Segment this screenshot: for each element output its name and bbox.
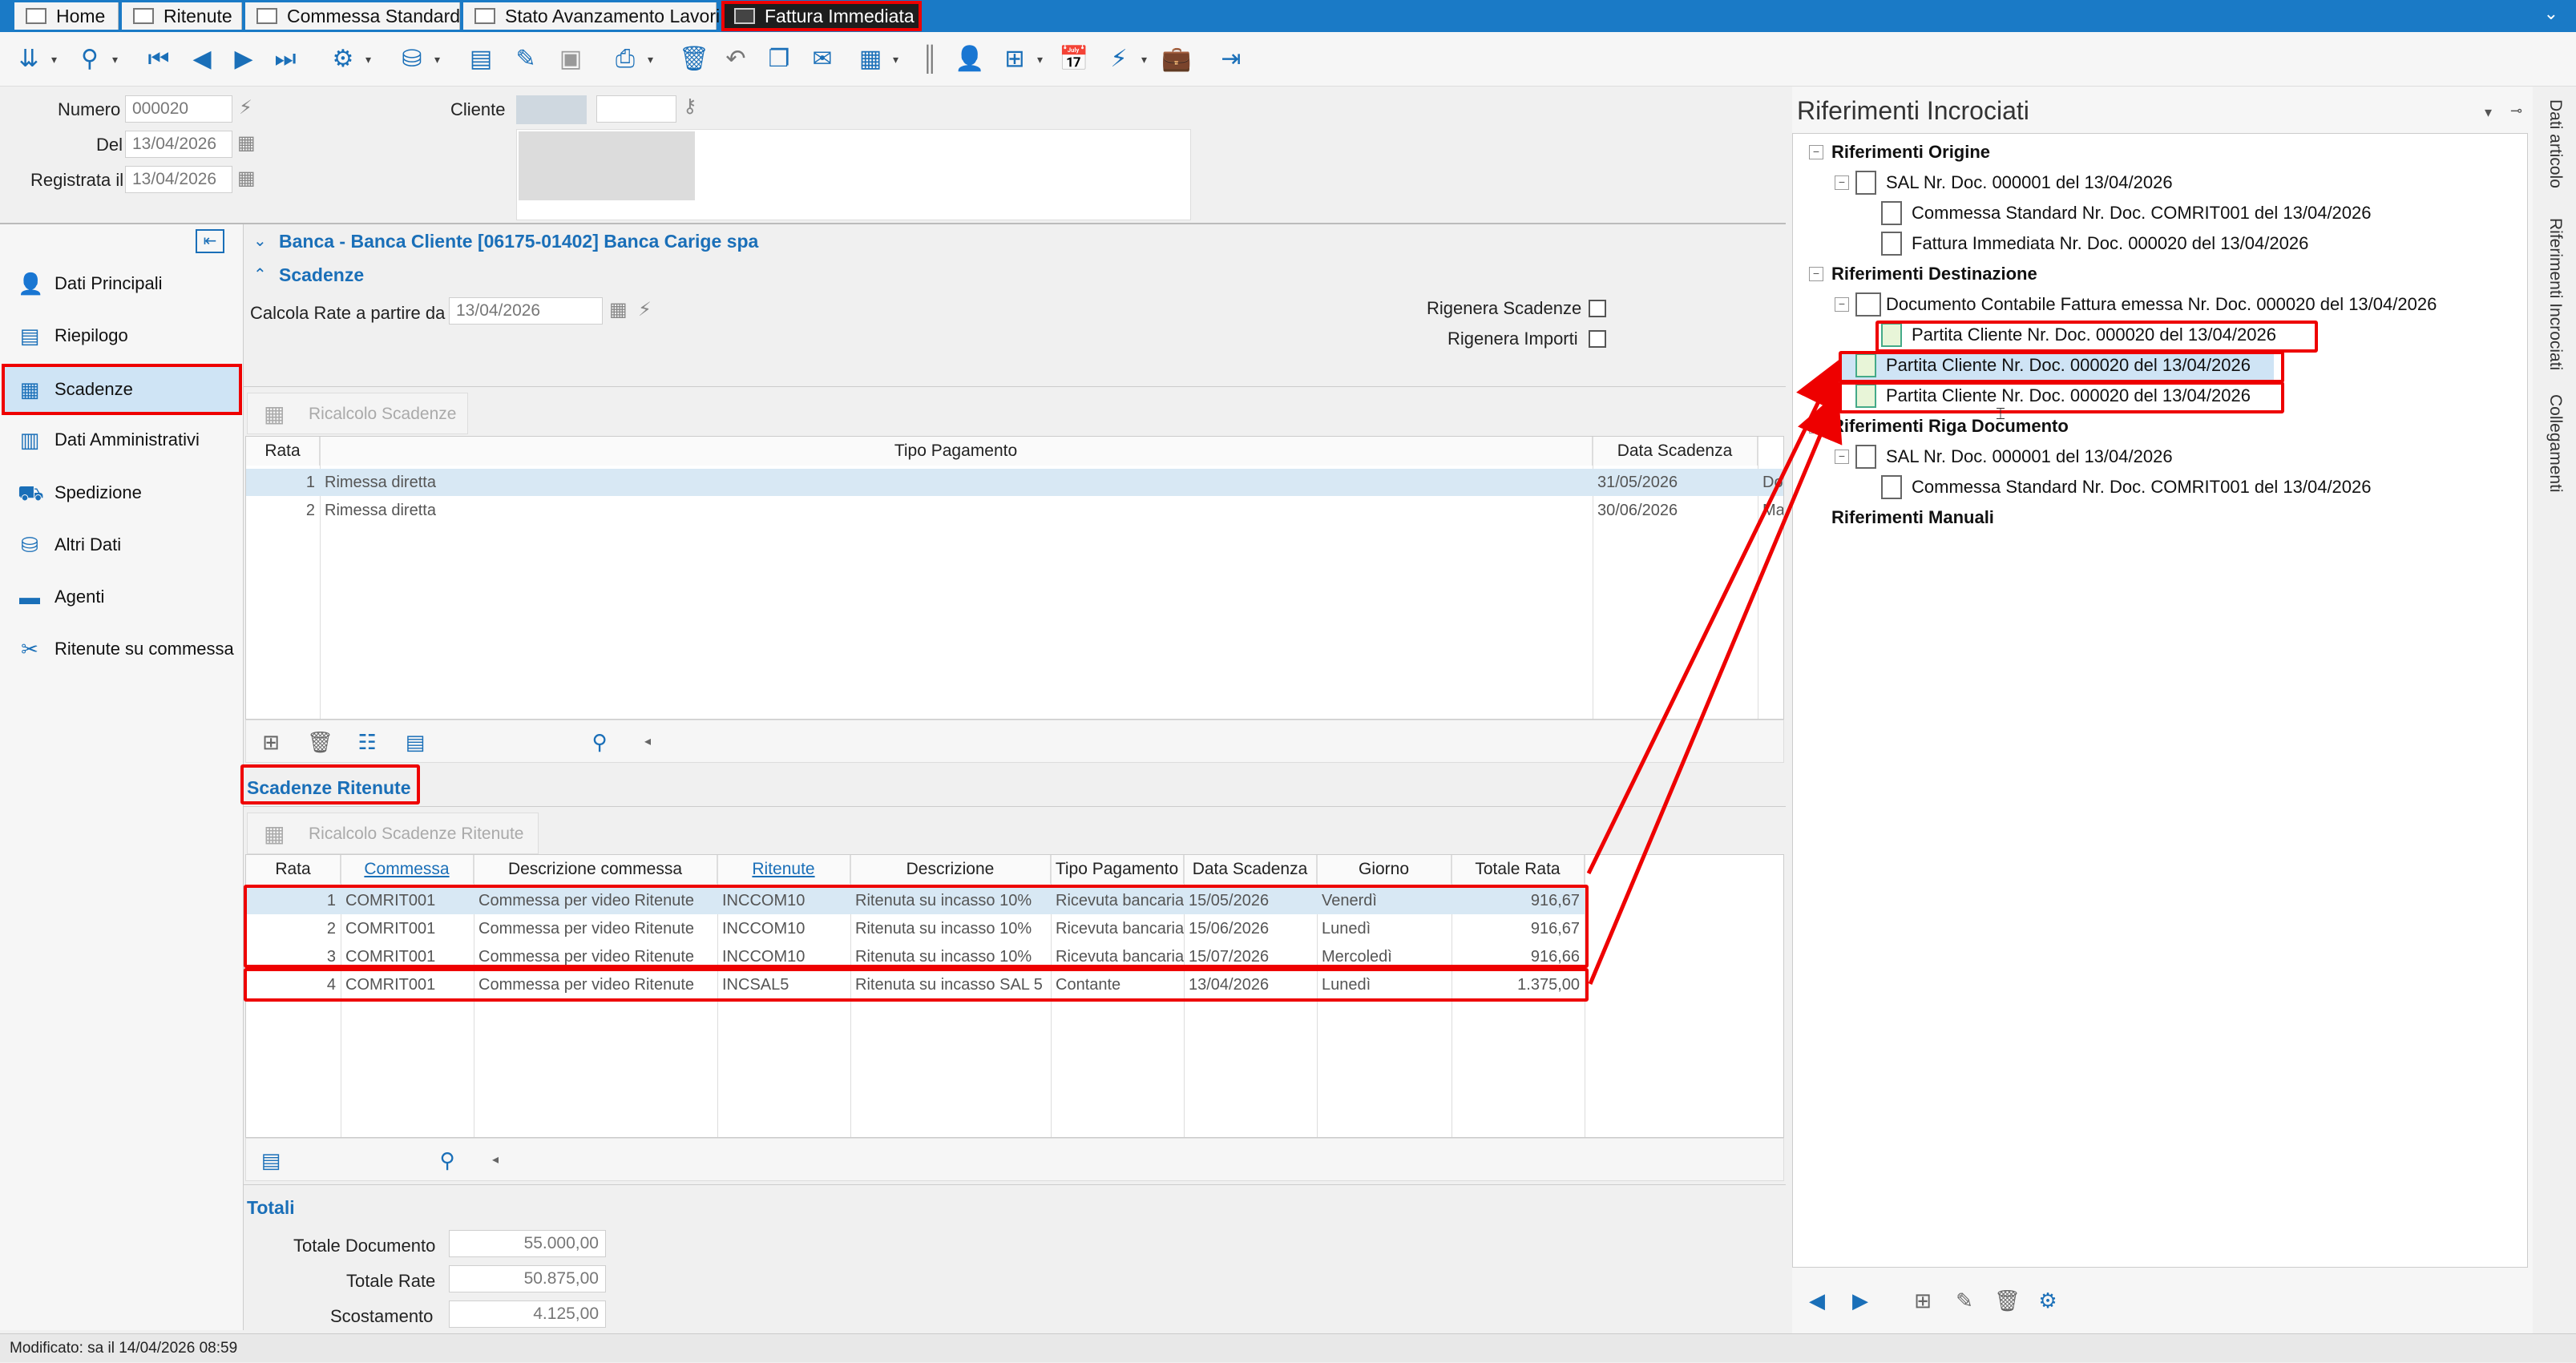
- arrow-to-partita-2: [1586, 360, 1840, 875]
- annotation-arrows: [1586, 360, 1843, 985]
- arrow-to-partita-3: [1588, 391, 1843, 985]
- status-bar: Modificato: sa il 14/04/2026 08:59: [0, 1333, 2576, 1362]
